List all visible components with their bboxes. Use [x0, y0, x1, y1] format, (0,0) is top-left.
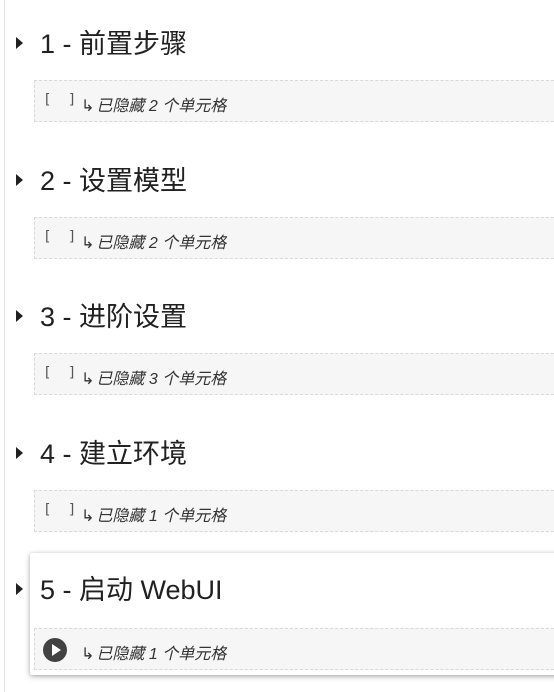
- section-title: 3 - 进阶设置: [40, 302, 188, 332]
- section-title: 5 - 启动 WebUI: [40, 575, 223, 605]
- hidden-arrow-icon: ↳: [81, 508, 95, 525]
- hidden-arrow-icon: ↳: [81, 371, 95, 388]
- hidden-cells-label-wrap: ↳ 已隐藏 2 个单元格: [81, 92, 226, 116]
- section-title: 2 - 设置模型: [40, 166, 188, 196]
- cell-brackets: [ ]: [43, 92, 81, 108]
- hidden-cells-block[interactable]: [ ] ↳ 已隐藏 3 个单元格: [34, 353, 554, 395]
- hidden-cells-block[interactable]: ↳ 已隐藏 1 个单元格: [34, 628, 554, 670]
- cell-brackets: [ ]: [43, 229, 81, 245]
- section-title: 4 - 建立环境: [40, 439, 188, 469]
- section-header[interactable]: 5 - 启动 WebUI: [0, 570, 554, 610]
- section-header[interactable]: 2 - 设置模型: [0, 161, 554, 201]
- hidden-cells-label: 已隐藏 1 个单元格: [96, 646, 227, 663]
- caret-right-icon[interactable]: [16, 583, 23, 595]
- section-header[interactable]: 3 - 进阶设置: [0, 297, 554, 337]
- caret-right-icon[interactable]: [16, 310, 23, 322]
- hidden-cells-label: 已隐藏 2 个单元格: [96, 98, 227, 115]
- play-triangle: [52, 644, 61, 656]
- caret-right-icon[interactable]: [16, 37, 23, 49]
- section-header[interactable]: 4 - 建立环境: [0, 434, 554, 474]
- colab-notebook: 1 - 前置步骤 [ ] ↳ 已隐藏 2 个单元格 2 - 设置模型 [ ] ↳ 已…: [0, 0, 554, 692]
- hidden-cells-block[interactable]: [ ] ↳ 已隐藏 2 个单元格: [34, 80, 554, 122]
- caret-right-icon[interactable]: [16, 447, 23, 459]
- hidden-arrow-icon: ↳: [81, 98, 95, 115]
- hidden-cells-label-wrap: ↳ 已隐藏 1 个单元格: [81, 502, 226, 526]
- hidden-cells-block[interactable]: [ ] ↳ 已隐藏 2 个单元格: [34, 217, 554, 259]
- hidden-cells-label: 已隐藏 3 个单元格: [96, 371, 227, 388]
- hidden-arrow-icon: ↳: [81, 235, 95, 252]
- play-circle-icon[interactable]: [43, 638, 67, 662]
- section-title: 1 - 前置步骤: [40, 29, 188, 59]
- section-header[interactable]: 1 - 前置步骤: [0, 24, 554, 64]
- hidden-cells-label-wrap: ↳ 已隐藏 2 个单元格: [81, 229, 226, 253]
- cell-brackets: [ ]: [43, 365, 81, 381]
- hidden-cells-label-wrap: ↳ 已隐藏 3 个单元格: [81, 365, 226, 389]
- hidden-cells-label: 已隐藏 2 个单元格: [96, 235, 227, 252]
- hidden-arrow-icon: ↳: [81, 646, 95, 663]
- hidden-cells-block[interactable]: [ ] ↳ 已隐藏 1 个单元格: [34, 490, 554, 532]
- hidden-cells-label-wrap: ↳ 已隐藏 1 个单元格: [81, 640, 226, 664]
- hidden-cells-label: 已隐藏 1 个单元格: [96, 508, 227, 525]
- cell-brackets: [ ]: [43, 502, 81, 518]
- caret-right-icon[interactable]: [16, 174, 23, 186]
